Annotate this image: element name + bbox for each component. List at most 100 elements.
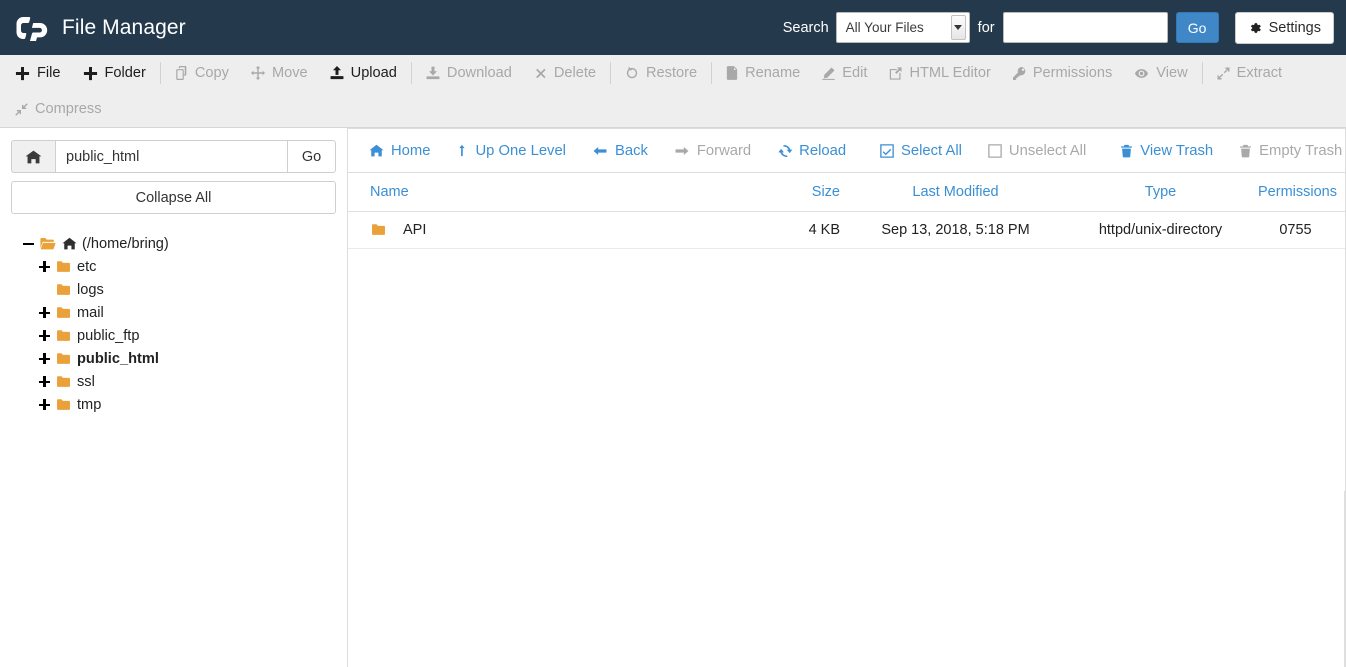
tree-node-homebring[interactable]: (/home/bring)	[11, 232, 336, 255]
tree-node-logs[interactable]: logs	[11, 278, 336, 301]
toolbar-view-button: View	[1123, 58, 1198, 88]
tree-node-label: mail	[77, 304, 104, 321]
arrow-left-icon	[592, 144, 608, 158]
download-icon	[426, 66, 440, 80]
path-bar: Go	[11, 140, 336, 173]
toolbar-restore-label: Restore	[646, 65, 698, 81]
nav-empty-trash-button: Empty Trash	[1226, 136, 1346, 166]
cell-name[interactable]: API	[348, 211, 718, 249]
tree-node-etc[interactable]: etc	[11, 255, 336, 278]
open-folder-home-icon	[39, 236, 57, 251]
nav-up-one-level-button[interactable]: Up One Level	[443, 136, 578, 166]
tree-node-ssl[interactable]: ssl	[11, 370, 336, 393]
nav-select-all-button[interactable]: Select All	[867, 136, 975, 166]
path-home-button[interactable]	[11, 140, 55, 173]
toolbar-delete-label: Delete	[553, 65, 596, 81]
column-header-size[interactable]: Size	[718, 173, 848, 212]
delete-x-icon	[534, 67, 547, 80]
pencil-icon	[822, 66, 835, 80]
file-operations-toolbar: File Folder Copy Move Upload Download Delete Re…	[0, 55, 1346, 128]
column-header-permissions[interactable]: Permissions	[1258, 173, 1345, 212]
file-table-head: Name Size Last Modified Type Permissions	[348, 173, 1345, 212]
settings-button[interactable]: Settings	[1234, 11, 1334, 44]
chevron-down-icon	[950, 15, 966, 40]
cell-last-modified: Sep 13, 2018, 5:18 PM	[848, 211, 1063, 249]
folder-icon	[55, 375, 72, 389]
search-scope-value: All Your Files	[845, 20, 924, 35]
table-row[interactable]: API 4 KB Sep 13, 2018, 5:18 PM httpd/unix-d…	[348, 211, 1345, 249]
upload-icon	[330, 66, 344, 80]
path-go-button[interactable]: Go	[288, 140, 336, 173]
toolbar-delete-button: Delete	[523, 58, 607, 88]
toolbar-html-editor-button: HTML Editor	[878, 58, 1001, 88]
toolbar-separator	[610, 62, 611, 84]
checkbox-empty-icon	[988, 143, 1002, 158]
home-icon	[369, 144, 384, 158]
nav-view-trash-button[interactable]: View Trash	[1107, 136, 1226, 166]
nav-reload-button[interactable]: Reload	[764, 136, 859, 166]
nav-reload-label: Reload	[799, 142, 847, 159]
trash-icon	[1239, 144, 1252, 158]
nav-home-label: Home	[391, 142, 431, 159]
move-icon	[250, 66, 265, 80]
column-header-type[interactable]: Type	[1063, 173, 1258, 212]
folder-icon	[55, 329, 72, 343]
tree-expander-plus-icon[interactable]	[39, 353, 50, 364]
toolbar-folder-label: Folder	[104, 65, 146, 81]
tree-expander-plus-icon[interactable]	[39, 307, 50, 318]
nav-back-button[interactable]: Back	[579, 136, 661, 166]
file-table-container: Name Size Last Modified Type Permissions…	[347, 173, 1346, 667]
tree-expander-plus-icon[interactable]	[39, 261, 50, 272]
tree-node-public_ftp[interactable]: public_ftp	[11, 324, 336, 347]
file-table-header-row: Name Size Last Modified Type Permissions	[348, 173, 1345, 212]
tree-node-tmp[interactable]: tmp	[11, 393, 336, 416]
tree-node-mail[interactable]: mail	[11, 301, 336, 324]
column-header-last-modified[interactable]: Last Modified	[848, 173, 1063, 212]
tree-node-label: public_html	[77, 350, 159, 367]
toolbar-upload-button[interactable]: Upload	[319, 58, 408, 88]
cpanel-logo-icon	[14, 15, 50, 42]
nav-empty-trash-label: Empty Trash	[1259, 142, 1343, 159]
tree-node-public_html[interactable]: public_html	[11, 347, 336, 370]
search-input[interactable]	[1002, 12, 1168, 43]
tree-expander-plus-icon[interactable]	[39, 399, 50, 410]
toolbar-rename-label: Rename	[745, 65, 801, 81]
brand: File Manager	[14, 15, 186, 42]
search-scope-select[interactable]: All Your Files	[835, 12, 970, 43]
nav-forward-label: Forward	[696, 142, 752, 159]
toolbar-download-label: Download	[446, 65, 512, 81]
tree-expander-plus-icon[interactable]	[39, 376, 50, 387]
trash-icon	[1120, 144, 1133, 158]
toolbar-upload-label: Upload	[350, 65, 397, 81]
gear-icon	[1248, 21, 1262, 35]
tree-expander-plus-icon[interactable]	[39, 330, 50, 341]
app-title: File Manager	[62, 15, 186, 39]
settings-label: Settings	[1268, 19, 1321, 36]
cell-permissions: 0755	[1258, 211, 1345, 249]
toolbar-move-label: Move	[271, 65, 308, 81]
panel-right-edge	[1344, 491, 1345, 667]
toolbar-folder-button[interactable]: Folder	[72, 58, 157, 88]
file-icon	[726, 66, 738, 80]
toolbar-file-label: File	[37, 65, 61, 81]
reload-icon	[777, 144, 793, 158]
tree-node-label: public_ftp	[77, 327, 140, 344]
checkbox-checked-icon	[880, 143, 894, 158]
column-header-name[interactable]: Name	[348, 173, 718, 212]
collapse-all-button[interactable]: Collapse All	[11, 181, 336, 214]
tree-expander-minus-icon[interactable]	[23, 238, 34, 249]
path-input[interactable]	[55, 140, 288, 173]
toolbar-edit-label: Edit	[842, 65, 868, 81]
folder-icon	[55, 398, 72, 412]
nav-home-button[interactable]: Home	[356, 136, 443, 166]
tree-node-label: (/home/bring)	[82, 235, 169, 252]
tree-node-label: ssl	[77, 373, 95, 390]
toolbar-permissions-label: Permissions	[1032, 65, 1113, 81]
folder-icon	[370, 223, 387, 237]
eye-icon	[1134, 67, 1149, 80]
toolbar-file-button[interactable]: File	[4, 58, 72, 88]
search-label: Search	[782, 19, 829, 36]
search-go-button[interactable]: Go	[1175, 12, 1219, 43]
toolbar-row-secondary: Compress	[4, 91, 1342, 127]
cell-type: httpd/unix-directory	[1063, 211, 1258, 249]
